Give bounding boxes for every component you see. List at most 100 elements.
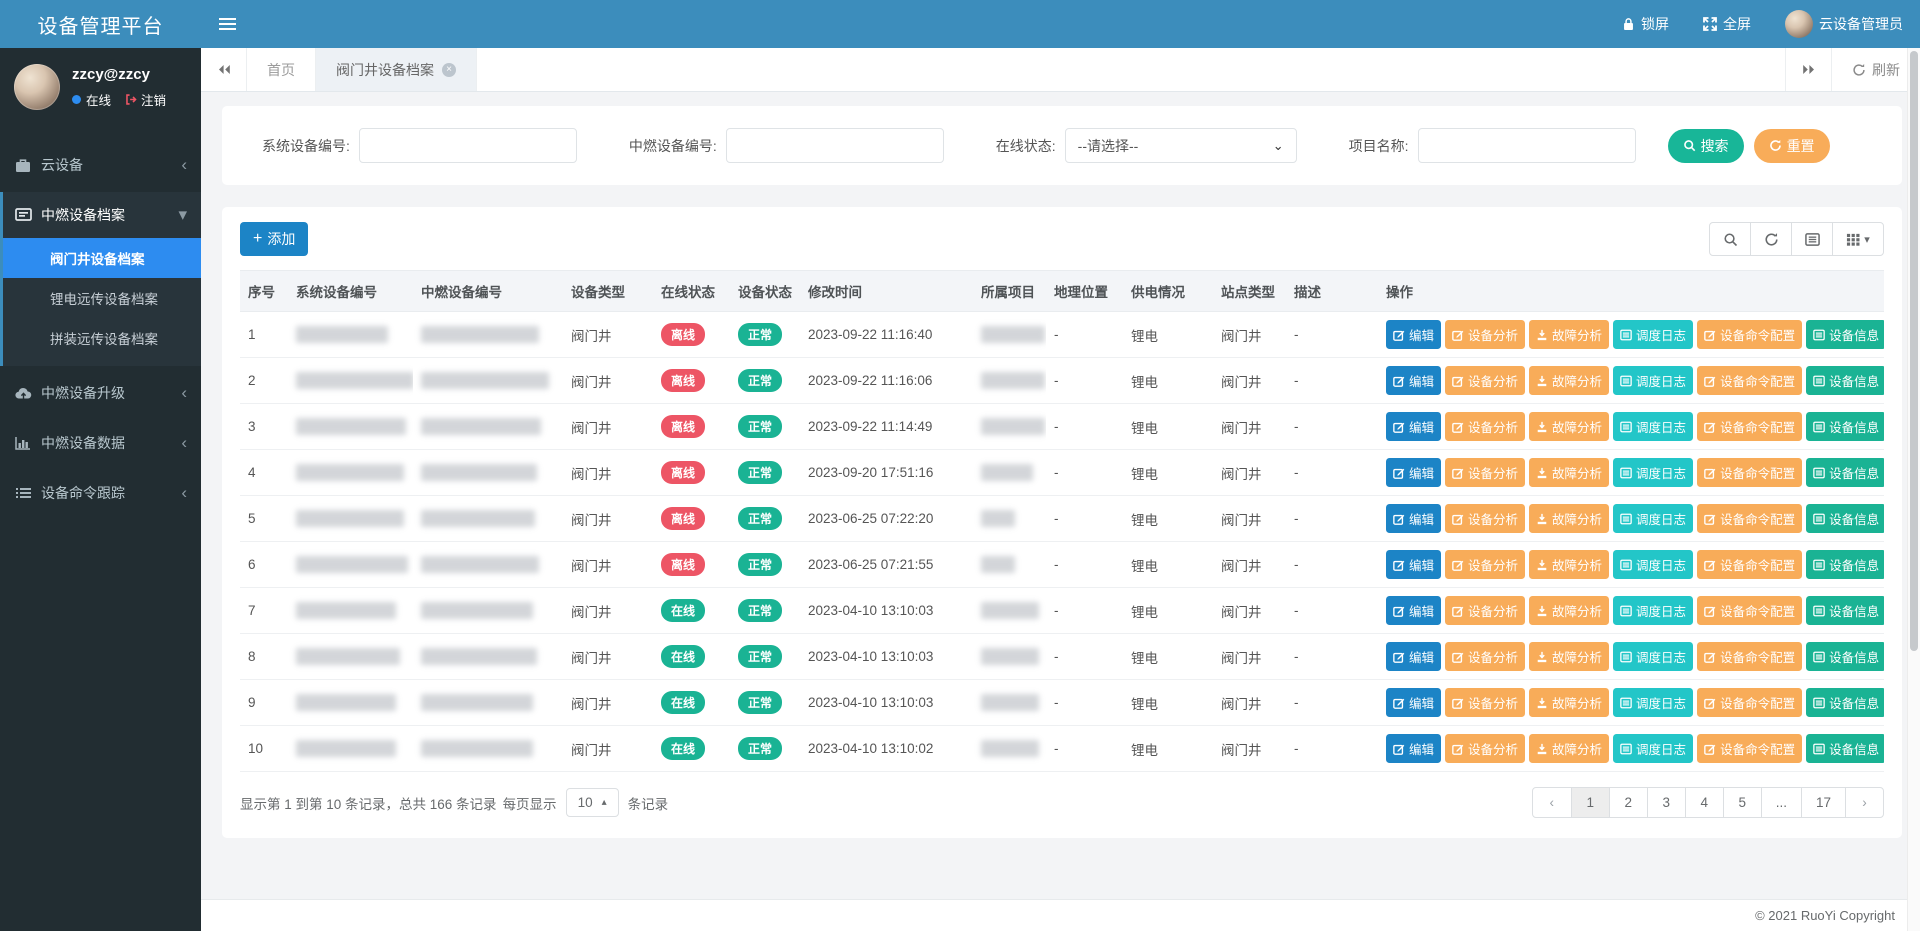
fault-analysis-button[interactable]: 故障分析	[1529, 366, 1609, 395]
sidebar-item-device-upgrade[interactable]: 中燃设备升级 ‹	[0, 370, 201, 416]
edit-button[interactable]: 编辑	[1386, 734, 1441, 763]
device-analysis-button[interactable]: 设备分析	[1445, 734, 1525, 763]
online-status-select[interactable]: --请选择-- ⌄	[1065, 128, 1297, 163]
device-command-config-button[interactable]: 设备命令配置	[1697, 504, 1802, 533]
sidebar-item-zhongran-archive[interactable]: 中燃设备档案 ▾	[3, 192, 201, 238]
page-button-4[interactable]: 4	[1685, 788, 1723, 817]
fullscreen-button[interactable]: 全屏	[1686, 0, 1768, 48]
dispatch-log-button[interactable]: 调度日志	[1613, 596, 1693, 625]
tab-valve-well-archive[interactable]: 阀门井设备档案 ×	[316, 48, 477, 91]
sidebar-item-command-tracking[interactable]: 设备命令跟踪 ‹	[0, 470, 201, 516]
device-command-config-button[interactable]: 设备命令配置	[1697, 596, 1802, 625]
device-analysis-button[interactable]: 设备分析	[1445, 642, 1525, 671]
device-info-button[interactable]: 设备信息	[1806, 688, 1884, 717]
sidebar-subitem-valve-well-archive[interactable]: 阀门井设备档案	[3, 238, 201, 278]
vertical-scrollbar[interactable]	[1907, 48, 1920, 931]
fault-analysis-button[interactable]: 故障分析	[1529, 688, 1609, 717]
scrollbar-thumb[interactable]	[1910, 51, 1918, 651]
system-device-no-input[interactable]	[359, 128, 577, 163]
edit-button[interactable]: 编辑	[1386, 412, 1441, 441]
device-analysis-button[interactable]: 设备分析	[1445, 412, 1525, 441]
device-command-config-button[interactable]: 设备命令配置	[1697, 642, 1802, 671]
device-analysis-button[interactable]: 设备分析	[1445, 550, 1525, 579]
edit-button[interactable]: 编辑	[1386, 458, 1441, 487]
sidebar-toggle-button[interactable]	[201, 0, 253, 48]
page-button-2[interactable]: 2	[1609, 788, 1647, 817]
device-info-button[interactable]: 设备信息	[1806, 458, 1884, 487]
device-analysis-button[interactable]: 设备分析	[1445, 688, 1525, 717]
device-info-button[interactable]: 设备信息	[1806, 734, 1884, 763]
dispatch-log-button[interactable]: 调度日志	[1613, 458, 1693, 487]
dispatch-log-button[interactable]: 调度日志	[1613, 734, 1693, 763]
edit-button[interactable]: 编辑	[1386, 504, 1441, 533]
device-command-config-button[interactable]: 设备命令配置	[1697, 458, 1802, 487]
table-columns-button[interactable]: ▾	[1832, 222, 1884, 256]
dispatch-log-button[interactable]: 调度日志	[1613, 320, 1693, 349]
device-analysis-button[interactable]: 设备分析	[1445, 366, 1525, 395]
project-name-input[interactable]	[1418, 128, 1636, 163]
device-info-button[interactable]: 设备信息	[1806, 366, 1884, 395]
fault-analysis-button[interactable]: 故障分析	[1529, 596, 1609, 625]
fault-analysis-button[interactable]: 故障分析	[1529, 458, 1609, 487]
add-button[interactable]: + 添加	[240, 222, 308, 256]
dispatch-log-button[interactable]: 调度日志	[1613, 550, 1693, 579]
page-ellipsis[interactable]: ...	[1761, 788, 1801, 817]
device-command-config-button[interactable]: 设备命令配置	[1697, 550, 1802, 579]
edit-button[interactable]: 编辑	[1386, 642, 1441, 671]
sidebar-subitem-assembled-remote-archive[interactable]: 拼装远传设备档案	[3, 318, 201, 358]
device-analysis-button[interactable]: 设备分析	[1445, 458, 1525, 487]
device-command-config-button[interactable]: 设备命令配置	[1697, 320, 1802, 349]
sidebar-subitem-lithium-remote-archive[interactable]: 锂电远传设备档案	[3, 278, 201, 318]
device-command-config-button[interactable]: 设备命令配置	[1697, 412, 1802, 441]
page-size-select[interactable]: 10 ▴	[566, 788, 619, 817]
page-button-17[interactable]: 17	[1801, 788, 1845, 817]
table-detail-view-button[interactable]	[1791, 222, 1833, 256]
edit-button[interactable]: 编辑	[1386, 366, 1441, 395]
navbar-user-menu[interactable]: 云设备管理员	[1768, 0, 1920, 48]
device-info-button[interactable]: 设备信息	[1806, 550, 1884, 579]
device-info-button[interactable]: 设备信息	[1806, 412, 1884, 441]
device-command-config-button[interactable]: 设备命令配置	[1697, 366, 1802, 395]
dispatch-log-button[interactable]: 调度日志	[1613, 688, 1693, 717]
device-info-button[interactable]: 设备信息	[1806, 642, 1884, 671]
edit-button[interactable]: 编辑	[1386, 688, 1441, 717]
tab-close-icon[interactable]: ×	[442, 63, 456, 77]
dispatch-log-button[interactable]: 调度日志	[1613, 642, 1693, 671]
zhongran-device-no-input[interactable]	[726, 128, 944, 163]
search-button[interactable]: 搜索	[1668, 129, 1744, 163]
device-info-button[interactable]: 设备信息	[1806, 596, 1884, 625]
tabs-scroll-left-button[interactable]	[201, 48, 247, 91]
next-page-button[interactable]: ›	[1845, 788, 1883, 817]
fault-analysis-button[interactable]: 故障分析	[1529, 550, 1609, 579]
fault-analysis-button[interactable]: 故障分析	[1529, 642, 1609, 671]
fault-analysis-button[interactable]: 故障分析	[1529, 320, 1609, 349]
device-command-config-button[interactable]: 设备命令配置	[1697, 688, 1802, 717]
fault-analysis-button[interactable]: 故障分析	[1529, 734, 1609, 763]
tabs-scroll-right-button[interactable]	[1785, 48, 1831, 91]
dispatch-log-button[interactable]: 调度日志	[1613, 366, 1693, 395]
device-analysis-button[interactable]: 设备分析	[1445, 504, 1525, 533]
page-button-1[interactable]: 1	[1571, 788, 1609, 817]
table-refresh-button[interactable]	[1750, 222, 1792, 256]
device-info-button[interactable]: 设备信息	[1806, 504, 1884, 533]
fault-analysis-button[interactable]: 故障分析	[1529, 504, 1609, 533]
logout-button[interactable]: 注销	[124, 90, 166, 109]
edit-button[interactable]: 编辑	[1386, 550, 1441, 579]
table-search-toggle-button[interactable]	[1709, 222, 1751, 256]
edit-button[interactable]: 编辑	[1386, 596, 1441, 625]
dispatch-log-button[interactable]: 调度日志	[1613, 504, 1693, 533]
device-info-button[interactable]: 设备信息	[1806, 320, 1884, 349]
device-analysis-button[interactable]: 设备分析	[1445, 596, 1525, 625]
reset-button[interactable]: 重置	[1754, 129, 1830, 163]
tab-home[interactable]: 首页	[247, 48, 316, 91]
sidebar-item-device-data[interactable]: 中燃设备数据 ‹	[0, 420, 201, 466]
fault-analysis-button[interactable]: 故障分析	[1529, 412, 1609, 441]
sidebar-item-cloud-device[interactable]: 云设备 ‹	[0, 142, 201, 188]
page-button-3[interactable]: 3	[1647, 788, 1685, 817]
lock-screen-button[interactable]: 锁屏	[1605, 0, 1686, 48]
dispatch-log-button[interactable]: 调度日志	[1613, 412, 1693, 441]
edit-button[interactable]: 编辑	[1386, 320, 1441, 349]
device-analysis-button[interactable]: 设备分析	[1445, 320, 1525, 349]
prev-page-button[interactable]: ‹	[1533, 788, 1571, 817]
page-button-5[interactable]: 5	[1723, 788, 1761, 817]
